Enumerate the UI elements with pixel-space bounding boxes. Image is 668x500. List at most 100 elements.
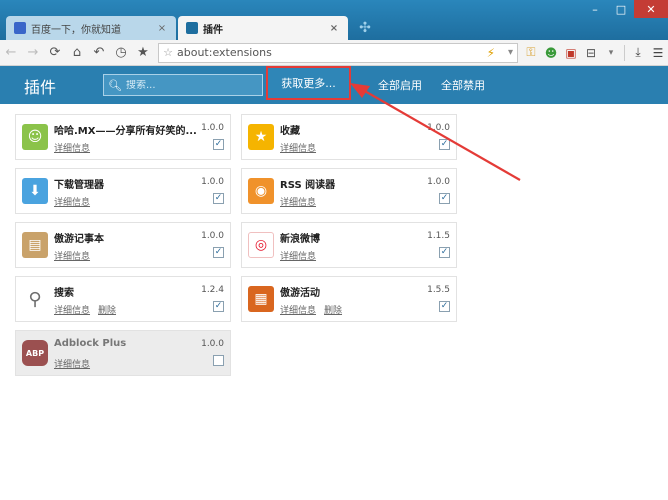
extension-version: 1.0.0 (201, 339, 224, 349)
extension-version: 1.2.4 (201, 285, 224, 295)
extension-name: 收藏 (280, 126, 300, 137)
details-link[interactable]: 详细信息 (54, 357, 90, 370)
details-link[interactable]: 详细信息 (280, 141, 316, 154)
gift-icon: ▦ (248, 286, 274, 312)
enable-checkbox[interactable] (213, 355, 224, 366)
refresh-icon[interactable]: ⟳ (44, 42, 66, 64)
extensions-list: ☺ 哈哈.MX——分享所有好笑的... 1.0.0 详细信息 ✓ ★ 收藏 1.… (0, 104, 668, 500)
search-input[interactable] (125, 79, 256, 91)
extension-card: ★ 收藏 1.0.0 详细信息 ✓ (241, 114, 457, 160)
maximize-button[interactable]: □ (608, 0, 634, 18)
extension-card: ⬇ 下载管理器 1.0.0 详细信息 ✓ (15, 168, 231, 214)
search-icon: 🔍︎ (108, 78, 122, 92)
tab-title: 插件 (203, 24, 223, 36)
screenshot-icon[interactable]: ▣ (561, 43, 581, 63)
home-icon[interactable]: ⌂ (66, 42, 88, 64)
details-link[interactable]: 详细信息 (54, 141, 90, 154)
star-icon: ★ (248, 124, 274, 150)
enable-checkbox[interactable]: ✓ (439, 247, 450, 258)
minimize-button[interactable]: – (582, 0, 608, 18)
enable-checkbox[interactable]: ✓ (213, 301, 224, 312)
translate-icon[interactable]: ⊟ (581, 43, 601, 63)
disable-all-button[interactable]: 全部禁用 (441, 77, 485, 93)
get-more-label: 获取更多... (281, 77, 336, 90)
dropdown-icon[interactable]: ▾ (601, 43, 621, 63)
tab-close-icon[interactable]: × (328, 23, 340, 34)
undo-icon[interactable]: ↶ (88, 42, 110, 64)
abp-stop-icon: ABP (22, 340, 48, 366)
extensions-favicon-icon (186, 22, 198, 34)
extension-version: 1.0.0 (201, 231, 224, 241)
extension-name: RSS 阅读器 (280, 180, 336, 191)
weibo-icon: ◎ (248, 232, 274, 258)
baidu-favicon-icon (14, 22, 26, 34)
extension-name: 哈哈.MX——分享所有好笑的... (54, 126, 197, 137)
smiley-icon: ☺ (22, 124, 48, 150)
tab-title: 百度一下，你就知道 (31, 24, 121, 36)
notepad-icon: ▤ (22, 232, 48, 258)
enable-checkbox[interactable]: ✓ (439, 301, 450, 312)
page-title: 插件 (24, 78, 57, 97)
extension-card: ▦ 傲游活动 1.5.5 详细信息 删除 ✓ (241, 276, 457, 322)
enable-checkbox[interactable]: ✓ (213, 193, 224, 204)
enable-checkbox[interactable]: ✓ (439, 139, 450, 150)
close-window-button[interactable]: ✕ (634, 0, 668, 18)
tab-close-icon[interactable]: × (156, 23, 168, 34)
extension-version: 1.5.5 (427, 285, 450, 295)
extension-card: ⚲ 搜索 1.2.4 详细信息 删除 ✓ (15, 276, 231, 322)
extensions-header: 插件 🔍︎ 获取更多... 全部启用 全部禁用 (0, 66, 668, 104)
address-input[interactable] (177, 46, 467, 59)
extension-name: Adblock Plus (54, 338, 127, 349)
details-link[interactable]: 详细信息 (54, 249, 90, 262)
details-link[interactable]: 详细信息 (280, 249, 316, 262)
download-icon: ⬇ (22, 178, 48, 204)
key-icon[interactable]: ⚿ (521, 43, 541, 63)
extension-name: 下载管理器 (54, 180, 104, 191)
menu-icon[interactable]: ☰ (648, 43, 668, 63)
extension-version: 1.1.5 (427, 231, 450, 241)
download-icon[interactable]: ⤓ (628, 43, 648, 63)
delete-link[interactable]: 删除 (324, 303, 342, 316)
title-bar: 百度一下，你就知道 × 插件 × ✣ – □ ✕ (0, 0, 668, 40)
extension-card: ◉ RSS 阅读器 1.0.0 详细信息 ✓ (241, 168, 457, 214)
forward-arrow-icon[interactable]: → (22, 42, 44, 64)
details-link[interactable]: 详细信息 (54, 303, 90, 316)
back-arrow-icon[interactable]: ← (0, 42, 22, 64)
address-bar[interactable]: ☆ ⚡ ▾ (158, 42, 518, 63)
toolbar-divider (624, 44, 625, 61)
navigation-toolbar: ← → ⟳ ⌂ ↶ ◷ ★ ☆ ⚡ ▾ ⚿ ☻ ▣ ⊟ ▾ ⤓ ☰ (0, 40, 668, 66)
details-link[interactable]: 详细信息 (280, 303, 316, 316)
tab-extensions[interactable]: 插件 × (178, 16, 348, 40)
enable-checkbox[interactable]: ✓ (439, 193, 450, 204)
extension-name: 傲游活动 (280, 288, 320, 299)
enable-checkbox[interactable]: ✓ (213, 139, 224, 150)
user-icon[interactable]: ☻ (541, 43, 561, 63)
extension-version: 1.0.0 (201, 123, 224, 133)
lightning-icon[interactable]: ⚡ (487, 46, 495, 60)
history-icon[interactable]: ◷ (110, 42, 132, 64)
extension-card: ABP Adblock Plus 1.0.0 详细信息 (15, 330, 231, 376)
bookmark-star-icon[interactable]: ★ (132, 42, 154, 64)
enable-checkbox[interactable]: ✓ (213, 247, 224, 258)
extension-version: 1.0.0 (427, 177, 450, 187)
page-star-icon[interactable]: ☆ (159, 46, 177, 59)
extension-name: 新浪微博 (280, 234, 320, 245)
extension-card: ☺ 哈哈.MX——分享所有好笑的... 1.0.0 详细信息 ✓ (15, 114, 231, 160)
enable-all-button[interactable]: 全部启用 (378, 77, 422, 93)
search-box[interactable]: 🔍︎ (103, 74, 263, 96)
extension-name: 搜索 (54, 288, 74, 299)
extension-card: ▤ 傲游记事本 1.0.0 详细信息 ✓ (15, 222, 231, 268)
delete-link[interactable]: 删除 (98, 303, 116, 316)
extension-version: 1.0.0 (427, 123, 450, 133)
new-tab-icon[interactable]: ✣ (356, 19, 374, 37)
window-controls: – □ ✕ (582, 0, 668, 18)
address-dropdown-icon[interactable]: ▾ (508, 47, 513, 58)
rss-icon: ◉ (248, 178, 274, 204)
details-link[interactable]: 详细信息 (280, 195, 316, 208)
extension-version: 1.0.0 (201, 177, 224, 187)
tab-baidu[interactable]: 百度一下，你就知道 × (6, 16, 176, 40)
magnifier-icon: ⚲ (22, 286, 48, 312)
details-link[interactable]: 详细信息 (54, 195, 90, 208)
get-more-button[interactable]: 获取更多... (266, 66, 351, 100)
toolbar-right-group: ⚿ ☻ ▣ ⊟ ▾ ⤓ ☰ (521, 43, 668, 63)
